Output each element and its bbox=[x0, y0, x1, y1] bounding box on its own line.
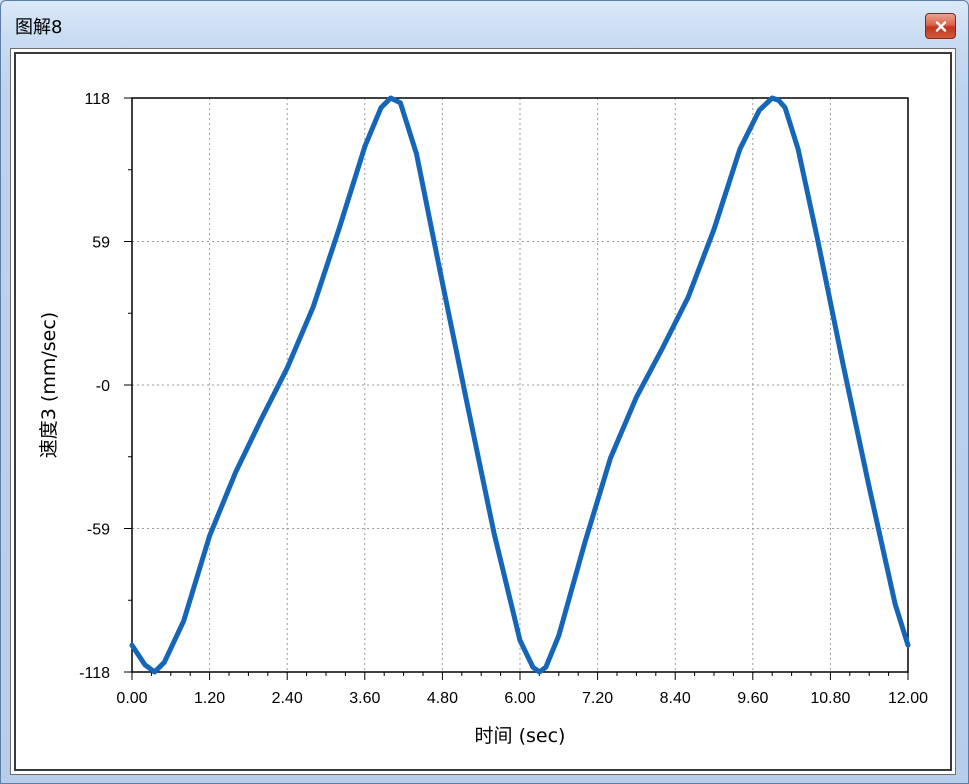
y-tick-label: -0 bbox=[96, 378, 110, 395]
y-tick-label: 118 bbox=[84, 91, 110, 108]
x-tick-label: 9.60 bbox=[737, 690, 768, 707]
x-tick-label: 8.40 bbox=[660, 690, 691, 707]
x-tick-label: 4.80 bbox=[427, 690, 458, 707]
y-tick-label: 59 bbox=[92, 235, 110, 252]
y-tick-label: -59 bbox=[87, 522, 110, 539]
grid-lines bbox=[132, 98, 908, 672]
y-axis-title: 速度3 (mm/sec) bbox=[38, 312, 60, 458]
x-tick-label: 3.60 bbox=[349, 690, 380, 707]
line-chart: 0.00 1.20 2.40 3.60 4.80 6.00 7.20 8.40 9.60 10.8… bbox=[38, 91, 928, 747]
y-tick-labels: 118 59 -0 -59 -118 bbox=[79, 91, 110, 682]
x-tick-label: 2.40 bbox=[272, 690, 303, 707]
x-tick-labels: 0.00 1.20 2.40 3.60 4.80 6.00 7.20 8.40 9.60 10.8… bbox=[116, 690, 928, 707]
x-tick-label: 7.20 bbox=[582, 690, 613, 707]
x-tick-label: 12.00 bbox=[888, 690, 928, 707]
x-tick-label: 0.00 bbox=[116, 690, 147, 707]
x-axis-title: 时间 (sec) bbox=[475, 725, 566, 747]
x-tick-label: 10.80 bbox=[810, 690, 850, 707]
y-tick-label: -118 bbox=[79, 665, 110, 682]
x-tick-label: 6.00 bbox=[504, 690, 535, 707]
axis-ticks bbox=[124, 97, 909, 680]
x-tick-label: 1.20 bbox=[194, 690, 225, 707]
